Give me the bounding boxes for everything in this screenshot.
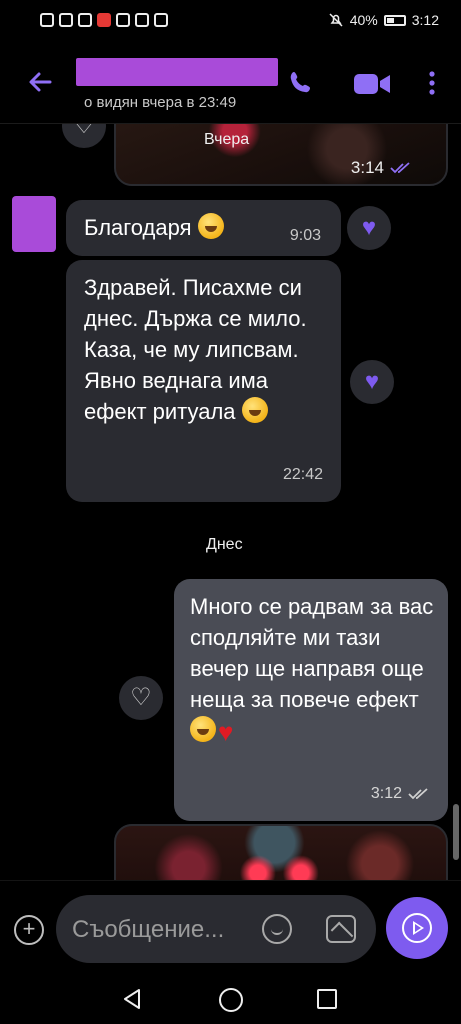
red-heart-emoji: ♥: [218, 717, 234, 747]
scrollbar[interactable]: [453, 804, 459, 860]
message-list[interactable]: 3:14 ♡ Вчера Благодаря 9:03 ♥ Здравей. П…: [0, 124, 461, 880]
composer-bar: + Съобщение...: [0, 880, 461, 976]
back-arrow-icon[interactable]: [24, 66, 56, 98]
chat-header: о видян вчера в 23:49: [0, 44, 461, 124]
message-time: 9:03: [289, 227, 321, 244]
nav-home-icon[interactable]: [219, 988, 243, 1012]
battery-percent: 40%: [349, 12, 378, 28]
reaction-button[interactable]: ♡: [62, 124, 106, 148]
status-bar: 40% 3:12: [0, 0, 461, 44]
smiling-face-with-hearts-emoji: [197, 213, 224, 239]
last-seen-status: о видян вчера в 23:49: [84, 94, 237, 111]
nav-recents-icon[interactable]: [317, 989, 337, 1009]
nav-back-icon[interactable]: [121, 988, 143, 1010]
plus-icon[interactable]: +: [14, 915, 44, 945]
reaction-button[interactable]: ♥: [347, 206, 391, 250]
video-call-icon[interactable]: [352, 70, 392, 98]
heart-filled-icon: ♥: [361, 214, 377, 241]
app-icon: [40, 13, 54, 27]
reaction-button[interactable]: ♥: [350, 360, 394, 404]
battery-icon: [383, 14, 406, 26]
message-time: 3:12: [370, 785, 402, 802]
contact-name[interactable]: [76, 58, 278, 86]
message-input[interactable]: Съобщение...: [56, 895, 376, 963]
photo-message[interactable]: 3:14: [114, 124, 448, 186]
avatar[interactable]: [12, 196, 56, 252]
message-time: 3:14: [350, 158, 384, 177]
message-input-placeholder: Съобщение...: [72, 916, 225, 943]
message-text: Здравей. Писахме си днес. Държа се мило.…: [84, 275, 307, 424]
message-time: 22:42: [282, 466, 323, 483]
incoming-message[interactable]: Благодаря 9:03: [66, 200, 341, 256]
red-app-icon: [97, 13, 111, 27]
wifi-icon: [59, 13, 73, 27]
incoming-message[interactable]: Здравей. Писахме си днес. Държа се мило.…: [66, 260, 341, 502]
push-to-talk-button[interactable]: [386, 897, 448, 959]
notification-icons: [40, 13, 168, 27]
gallery-icon[interactable]: [326, 915, 356, 943]
telegram-icon: [154, 13, 168, 27]
reaction-button[interactable]: ♡: [119, 676, 163, 720]
date-separator: Вчера: [204, 131, 250, 148]
hugging-face-emoji: [190, 716, 216, 742]
double-check-icon: [408, 787, 428, 799]
date-separator: Днес: [206, 536, 243, 553]
outgoing-message[interactable]: Много се радвам за вас сподляйте ми тази…: [174, 579, 448, 821]
viber-icon: [116, 13, 130, 27]
photo-message[interactable]: [114, 824, 448, 880]
heart-outline-icon: ♡: [73, 124, 95, 139]
clock: 3:12: [411, 12, 439, 28]
system-navigation-bar: [0, 976, 461, 1024]
play-icon: [413, 921, 424, 935]
heart-outline-icon: ♡: [130, 684, 152, 711]
viber-icon: [78, 13, 92, 27]
phone-icon[interactable]: [286, 68, 316, 98]
sticker-icon[interactable]: [262, 914, 292, 944]
heart-filled-icon: ♥: [364, 368, 380, 395]
mail-icon: [135, 13, 149, 27]
mute-icon: [329, 13, 343, 27]
more-options-icon[interactable]: [424, 68, 440, 98]
smiling-face-with-hearts-emoji: [241, 397, 268, 423]
message-text: Много се радвам за вас сподляйте ми тази…: [190, 594, 434, 712]
double-check-icon: [390, 162, 410, 174]
message-text: Благодаря: [84, 215, 192, 240]
